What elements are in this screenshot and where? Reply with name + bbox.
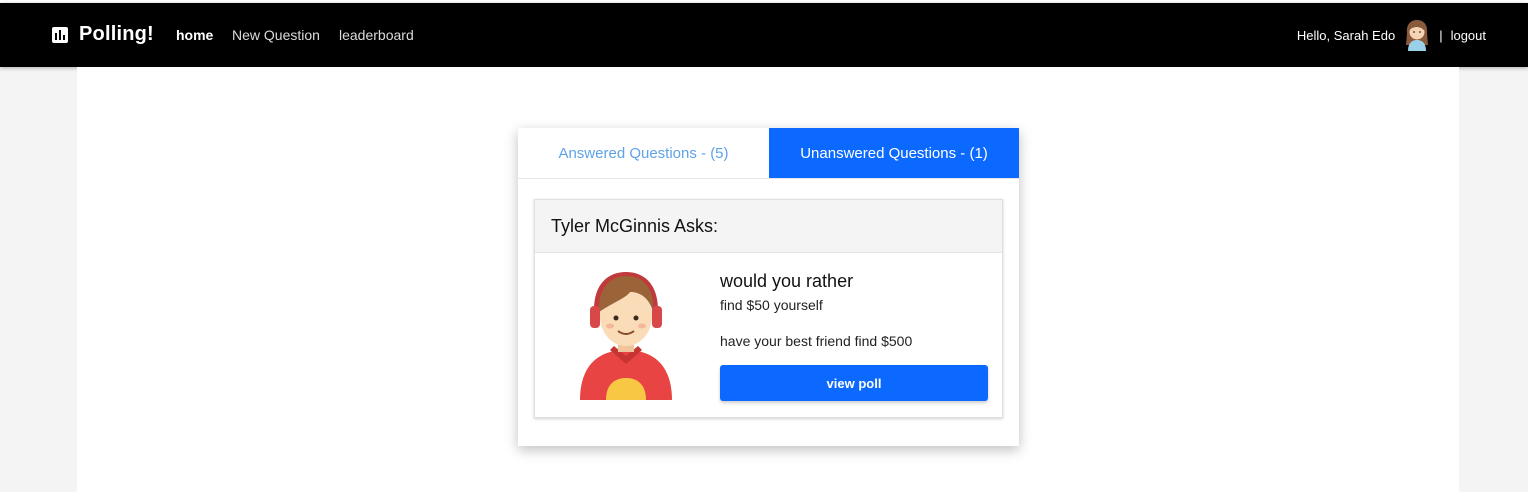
bar-chart-icon [52,26,68,43]
brand[interactable]: Polling! [52,23,154,46]
asker-avatar [580,272,672,400]
tab-answered-questions[interactable]: Answered Questions - (5) [518,128,769,178]
questions-card: Answered Questions - (5) Unanswered Ques… [518,128,1019,446]
option-one-text: find $50 yourself [720,297,823,313]
navbar: Polling! home New Question leaderboard H… [0,3,1528,67]
user-greeting: Hello, Sarah Edo [1296,27,1396,43]
nav-link-leaderboard[interactable]: leaderboard [339,27,414,43]
nav-link-home[interactable]: home [176,27,213,43]
question-tabs: Answered Questions - (5) Unanswered Ques… [518,128,1019,179]
view-poll-button[interactable]: view poll [720,365,988,401]
option-two-text: have your best friend find $500 [720,333,913,349]
question-asker: Tyler McGinnis Asks: [535,200,1002,253]
question-title: would you rather [720,271,854,291]
question-card: Tyler McGinnis Asks: would you rather fi… [534,199,1003,418]
tab-unanswered-questions[interactable]: Unanswered Questions - (1) [769,128,1019,178]
brand-name: Polling! [79,23,154,45]
nav-separator: | [1439,27,1443,43]
logout-link[interactable]: logout [1451,28,1486,43]
nav-link-new-question[interactable]: New Question [232,27,320,43]
user-avatar [1406,20,1429,51]
user-area: Hello, Sarah Edo | logout [1297,19,1486,51]
